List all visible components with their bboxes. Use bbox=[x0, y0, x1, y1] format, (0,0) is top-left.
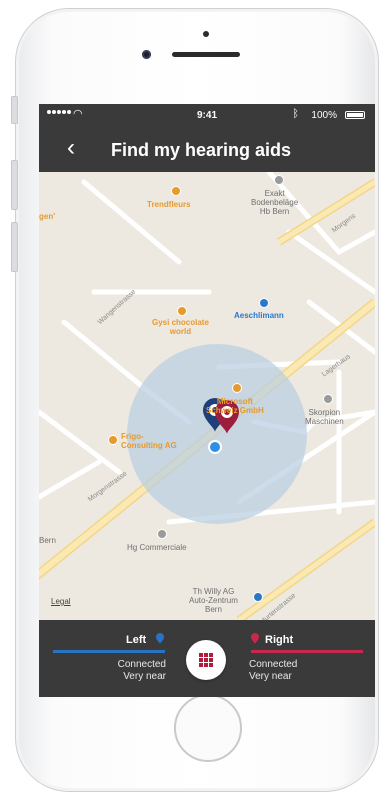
map-label-aeschlimann: Aeschlimann bbox=[234, 311, 284, 320]
exakt-poi-icon[interactable] bbox=[274, 175, 284, 185]
map-label-skorpion: Skorpion Maschinen bbox=[305, 408, 344, 426]
right-pin-icon bbox=[251, 633, 259, 644]
volume-up-button bbox=[11, 160, 18, 210]
map-label-hg: Hg Commerciale bbox=[127, 543, 187, 552]
right-label: Right bbox=[265, 634, 294, 646]
aeschlimann-poi-icon[interactable] bbox=[259, 298, 269, 308]
hg-poi-icon[interactable] bbox=[157, 529, 167, 539]
page-title: Find my hearing aids bbox=[111, 140, 292, 160]
microsoft-poi-icon[interactable] bbox=[232, 383, 242, 393]
map-label-bern: Bern bbox=[39, 536, 56, 545]
map-label-trendfleurs: Trendfleurs bbox=[147, 200, 191, 209]
willy-poi-icon[interactable] bbox=[253, 592, 263, 602]
left-connection-status: Connected bbox=[117, 659, 166, 670]
frigo-poi-icon[interactable] bbox=[108, 435, 118, 445]
grid-icon bbox=[199, 653, 213, 667]
device-panel: Left Connected Very near Right Connected… bbox=[39, 620, 375, 697]
legal-link[interactable]: Legal bbox=[51, 597, 71, 606]
home-button[interactable] bbox=[174, 694, 242, 762]
left-signal-bar bbox=[53, 650, 165, 653]
map-label-frigo: Frigo- Consulting AG bbox=[121, 432, 177, 450]
map-label-gen: gen' bbox=[39, 212, 56, 221]
map-label-gysi: Gysi chocolate world bbox=[152, 318, 209, 336]
battery-percent: 100% bbox=[311, 110, 337, 121]
right-proximity: Very near bbox=[249, 671, 292, 682]
battery-icon bbox=[345, 111, 365, 119]
map-view[interactable]: Trendfleurs Exakt Bodenbeläge Hb Bern Gy… bbox=[39, 172, 375, 626]
proximity-sensor bbox=[203, 31, 209, 37]
front-camera bbox=[142, 50, 151, 59]
left-label: Left bbox=[126, 634, 147, 646]
gysi-poi-icon[interactable] bbox=[177, 306, 187, 316]
right-status: Connected Very near bbox=[249, 659, 297, 683]
earpiece-speaker bbox=[172, 52, 240, 57]
left-proximity: Very near bbox=[123, 671, 166, 682]
screen: ◠ 9:41 ᛒ 100% ‹ Find my hearing aids Tre… bbox=[39, 104, 375, 697]
map-label-microsoft: Microsoft Schweiz GmbH bbox=[206, 397, 264, 415]
right-signal-bar bbox=[251, 650, 363, 653]
volume-down-button bbox=[11, 222, 18, 272]
skorpion-poi-icon[interactable] bbox=[323, 394, 333, 404]
mute-switch bbox=[11, 96, 18, 124]
left-status: Connected Very near bbox=[110, 659, 166, 683]
map-label-willy: Th Willy AG Auto-Zentrum Bern bbox=[189, 587, 238, 614]
map-label-exakt: Exakt Bodenbeläge Hb Bern bbox=[251, 189, 299, 216]
back-icon[interactable]: ‹ bbox=[67, 136, 75, 160]
status-bar: ◠ 9:41 ᛒ 100% bbox=[39, 104, 375, 128]
right-connection-status: Connected bbox=[249, 659, 298, 670]
nav-bar: ‹ Find my hearing aids bbox=[39, 128, 375, 172]
bluetooth-icon: ᛒ bbox=[292, 108, 299, 120]
trendfleurs-poi-icon[interactable] bbox=[171, 186, 181, 196]
left-pin-icon bbox=[156, 633, 164, 644]
center-menu-button[interactable] bbox=[186, 640, 226, 680]
